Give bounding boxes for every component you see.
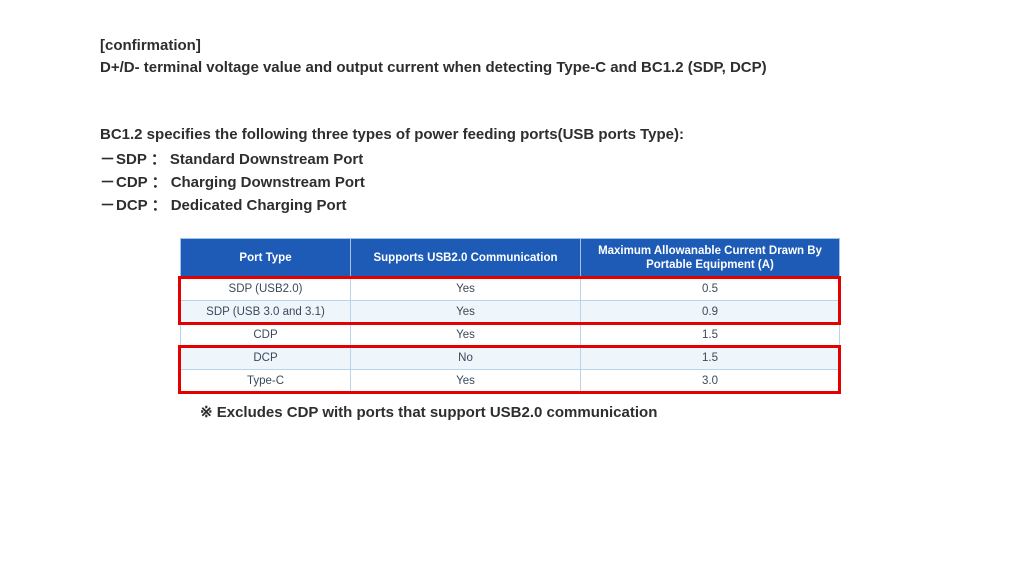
- table-cell: SDP (USB 3.0 and 3.1): [181, 301, 351, 324]
- table-row: DCPNo1.5: [181, 347, 840, 370]
- title-line-2: D+/D- terminal voltage value and output …: [100, 57, 924, 79]
- col-header-max-current: Maximum Allowanable Current Drawn By Por…: [581, 238, 840, 278]
- table-cell: Yes: [351, 278, 581, 301]
- table-cell: DCP: [181, 347, 351, 370]
- title-line-1: [confirmation]: [100, 35, 924, 57]
- port-table: Port Type Supports USB2.0 Communication …: [180, 238, 840, 394]
- table-cell: Yes: [351, 324, 581, 347]
- port-abbr: DCP: [116, 197, 148, 214]
- port-name: Standard Downstream Port: [170, 151, 363, 168]
- table-cell: SDP (USB2.0): [181, 278, 351, 301]
- port-abbr: SDP: [116, 151, 147, 168]
- table-cell: 3.0: [581, 370, 840, 393]
- table-row: CDPYes1.5: [181, 324, 840, 347]
- table-cell: No: [351, 347, 581, 370]
- table-cell: Type-C: [181, 370, 351, 393]
- col-header-port-type: Port Type: [181, 238, 351, 278]
- table-cell: CDP: [181, 324, 351, 347]
- port-name: Dedicated Charging Port: [171, 197, 347, 214]
- footnote: ※ Excludes CDP with ports that support U…: [200, 403, 924, 421]
- col-header-supports: Supports USB2.0 Communication: [351, 238, 581, 278]
- list-item: －SDP：Standard Downstream Port: [100, 148, 924, 171]
- port-type-list: －SDP：Standard Downstream Port －CDP：Charg…: [100, 148, 924, 218]
- port-abbr: CDP: [116, 174, 148, 191]
- table-cell: Yes: [351, 301, 581, 324]
- table-cell: 0.5: [581, 278, 840, 301]
- table-cell: 1.5: [581, 347, 840, 370]
- list-item: －DCP：Dedicated Charging Port: [100, 194, 924, 217]
- list-item: －CDP：Charging Downstream Port: [100, 171, 924, 194]
- title-block: [confirmation] D+/D- terminal voltage va…: [100, 35, 924, 79]
- table-cell: 0.9: [581, 301, 840, 324]
- table-cell: Yes: [351, 370, 581, 393]
- table-row: Type-CYes3.0: [181, 370, 840, 393]
- port-name: Charging Downstream Port: [171, 174, 365, 191]
- table-row: SDP (USB2.0)Yes0.5: [181, 278, 840, 301]
- table-cell: 1.5: [581, 324, 840, 347]
- spec-intro: BC1.2 specifies the following three type…: [100, 123, 924, 146]
- table-row: SDP (USB 3.0 and 3.1)Yes0.9: [181, 301, 840, 324]
